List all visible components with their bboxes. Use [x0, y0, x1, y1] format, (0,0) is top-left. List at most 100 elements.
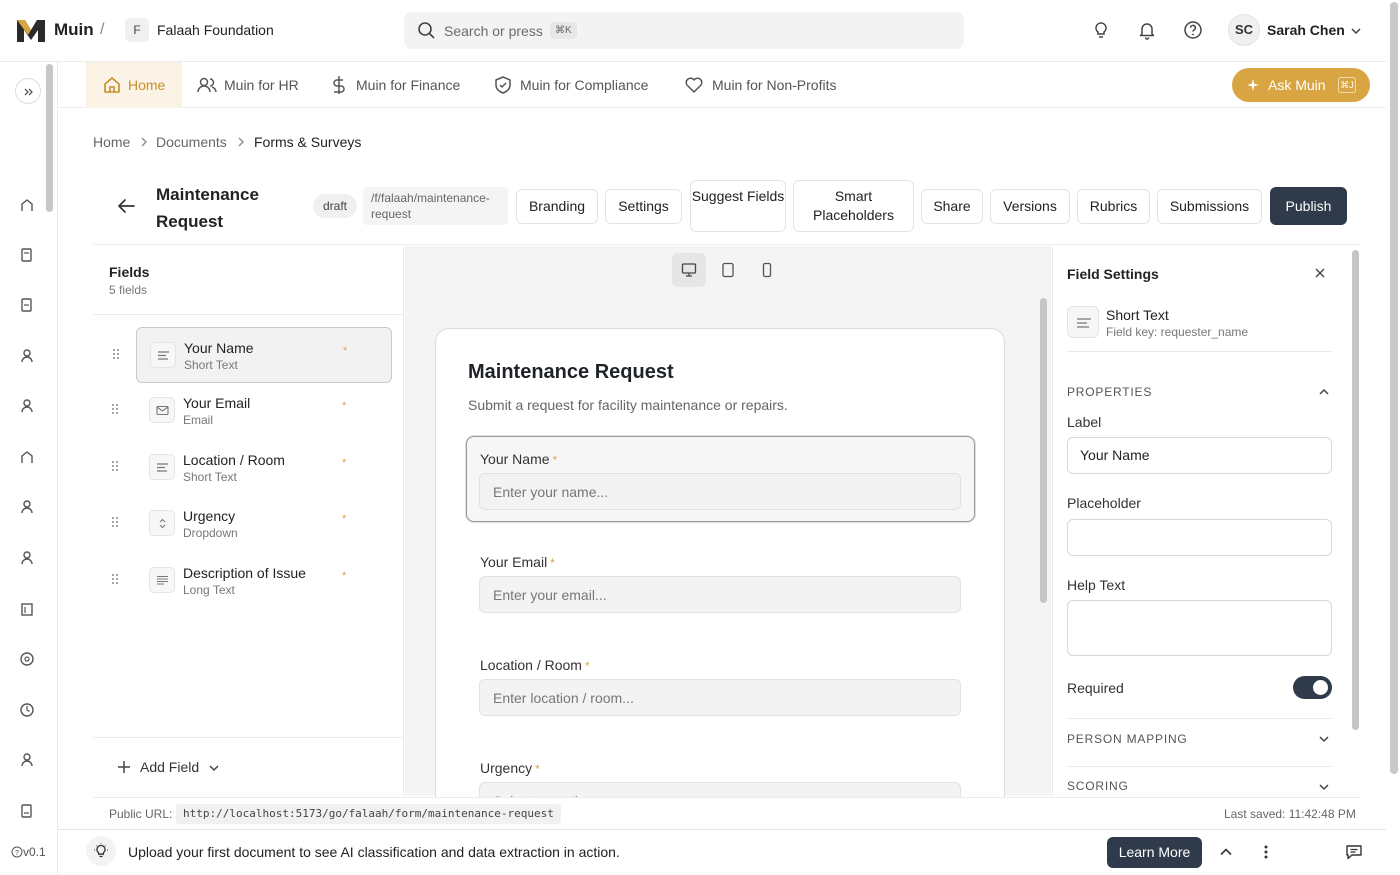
tab-home-label: Home — [128, 77, 166, 93]
smart-placeholders-button[interactable]: Smart Placeholders — [793, 180, 914, 232]
bell-icon[interactable] — [1137, 20, 1157, 40]
chevron-down-icon[interactable] — [1350, 25, 1362, 37]
page-scrollbar-thumb[interactable] — [1390, 2, 1398, 774]
org-avatar[interactable]: F — [125, 18, 149, 42]
lightbulb-icon[interactable] — [1091, 20, 1111, 40]
drag-handle-icon[interactable] — [111, 516, 119, 528]
preview-subtitle: Submit a request for facility maintenanc… — [468, 397, 788, 413]
canvas-scrollbar[interactable] — [1040, 298, 1047, 603]
sidebar-item-user-icon[interactable] — [19, 499, 35, 515]
sidebar-item-contacts-icon[interactable] — [19, 550, 35, 566]
sidebar-item-building-icon[interactable] — [19, 449, 35, 465]
field-name: Description of Issue — [183, 565, 306, 581]
users-icon — [197, 77, 217, 93]
settings-scrollbar[interactable] — [1352, 250, 1359, 730]
person-mapping-section-header[interactable]: PERSON MAPPING — [1067, 732, 1188, 746]
preview-name-input[interactable]: Enter your name... — [479, 473, 961, 510]
required-marker: * — [584, 659, 590, 673]
field-list-item[interactable]: Location / Room Short Text * — [112, 440, 392, 496]
sidebar-scrollbar[interactable] — [46, 64, 53, 212]
scoring-section-header[interactable]: SCORING — [1067, 779, 1129, 793]
org-switcher[interactable]: Falaah Foundation — [157, 22, 274, 38]
submissions-button[interactable]: Submissions — [1157, 189, 1262, 224]
preview-title: Maintenance Request — [468, 361, 674, 383]
field-list-item[interactable]: Urgency Dropdown * — [112, 496, 392, 552]
chevron-down-icon[interactable] — [1318, 781, 1330, 793]
sidebar-item-people-icon[interactable] — [19, 348, 35, 364]
drag-handle-icon[interactable] — [112, 348, 120, 360]
ask-muin-button[interactable]: Ask Muin ⌘J — [1232, 68, 1370, 102]
tablet-view-button[interactable] — [711, 253, 745, 287]
rubrics-button[interactable]: Rubrics — [1077, 189, 1150, 224]
global-search[interactable]: Search or press ⌘K — [404, 12, 964, 49]
label-input[interactable]: Your Name — [1067, 437, 1332, 474]
breadcrumb-documents[interactable]: Documents — [156, 134, 227, 150]
public-url-value[interactable]: http://localhost:5173/go/falaah/form/mai… — [176, 804, 561, 824]
drag-handle-icon[interactable] — [111, 460, 119, 472]
fields-count: 5 fields — [109, 283, 148, 297]
publish-button[interactable]: Publish — [1270, 187, 1347, 225]
field-list-item[interactable]: Your Email Email * — [112, 383, 392, 439]
sidebar-item-team-icon[interactable] — [19, 398, 35, 414]
tab-finance[interactable]: Muin for Finance — [330, 62, 470, 108]
app-name[interactable]: Muin — [54, 20, 94, 40]
help-text-textarea[interactable] — [1067, 600, 1332, 656]
sidebar-item-reports-icon[interactable] — [19, 803, 35, 819]
sidebar-item-documents-icon[interactable] — [19, 247, 35, 263]
page-scrollbar[interactable] — [1388, 0, 1400, 875]
tab-compliance[interactable]: Muin for Compliance — [494, 62, 662, 108]
divider — [1067, 351, 1332, 352]
tab-nonprofits-label: Muin for Non-Profits — [712, 77, 837, 93]
field-type: Short Text — [184, 358, 238, 372]
field-type: Long Text — [183, 583, 235, 597]
suggest-fields-button[interactable]: Suggest Fields — [690, 180, 786, 232]
close-icon[interactable] — [1314, 267, 1326, 279]
sidebar-item-profile-icon[interactable] — [19, 752, 35, 768]
preview-email-input[interactable]: Enter your email... — [479, 576, 961, 613]
settings-button[interactable]: Settings — [605, 189, 682, 224]
desktop-view-button[interactable] — [672, 253, 706, 287]
drag-handle-icon[interactable] — [111, 573, 119, 585]
properties-section-header[interactable]: PROPERTIES — [1067, 385, 1152, 399]
user-avatar[interactable]: SC — [1228, 14, 1260, 46]
sidebar-item-history-icon[interactable] — [19, 702, 35, 718]
chat-icon[interactable] — [1345, 844, 1363, 860]
drag-handle-icon[interactable] — [111, 403, 119, 415]
versions-button[interactable]: Versions — [990, 189, 1070, 224]
field-list-item[interactable]: Your Name Short Text * — [113, 327, 392, 383]
placeholder-input[interactable] — [1067, 519, 1332, 556]
sidebar-item-finance-icon[interactable] — [19, 601, 35, 617]
sidebar-item-home-icon[interactable] — [19, 197, 35, 213]
required-toggle[interactable] — [1293, 676, 1332, 699]
chevron-down-icon[interactable] — [1318, 733, 1330, 745]
tab-home[interactable]: Home — [86, 62, 182, 108]
preview-field-label-text: Location / Room — [480, 657, 582, 673]
ask-muin-shortcut: ⌘J — [1338, 77, 1356, 93]
muin-logo-icon[interactable] — [15, 16, 47, 44]
chevron-up-icon[interactable] — [1318, 386, 1330, 398]
sidebar-expand-button[interactable] — [15, 78, 41, 104]
preview-field-label: Your Email * — [480, 554, 555, 570]
arrow-left-icon[interactable] — [116, 197, 136, 215]
sidebar-item-forms-icon[interactable] — [19, 297, 35, 313]
learn-more-button[interactable]: Learn More — [1107, 837, 1202, 868]
branding-button[interactable]: Branding — [516, 189, 598, 224]
ask-muin-label: Ask Muin — [1268, 77, 1326, 93]
field-key: Field key: requester_name — [1106, 325, 1249, 339]
chevron-up-icon[interactable] — [1218, 844, 1234, 860]
sidebar-item-compliance-icon[interactable] — [19, 651, 35, 667]
field-type-name: Short Text — [1106, 307, 1169, 323]
user-name[interactable]: Sarah Chen — [1267, 22, 1345, 38]
shield-icon — [495, 76, 511, 94]
tab-hr[interactable]: Muin for HR — [196, 62, 306, 108]
share-button[interactable]: Share — [921, 189, 983, 224]
breadcrumb-home[interactable]: Home — [93, 134, 130, 150]
mobile-view-button[interactable] — [750, 253, 784, 287]
form-title[interactable]: Maintenance Request — [156, 181, 306, 235]
help-icon[interactable] — [1183, 20, 1203, 40]
preview-location-input[interactable]: Enter location / room... — [479, 679, 961, 716]
tab-nonprofits[interactable]: Muin for Non-Profits — [684, 62, 854, 108]
more-vertical-icon[interactable] — [1258, 844, 1274, 860]
field-list-item[interactable]: Description of Issue Long Text * — [112, 553, 392, 609]
chevron-right-icon — [238, 137, 244, 147]
